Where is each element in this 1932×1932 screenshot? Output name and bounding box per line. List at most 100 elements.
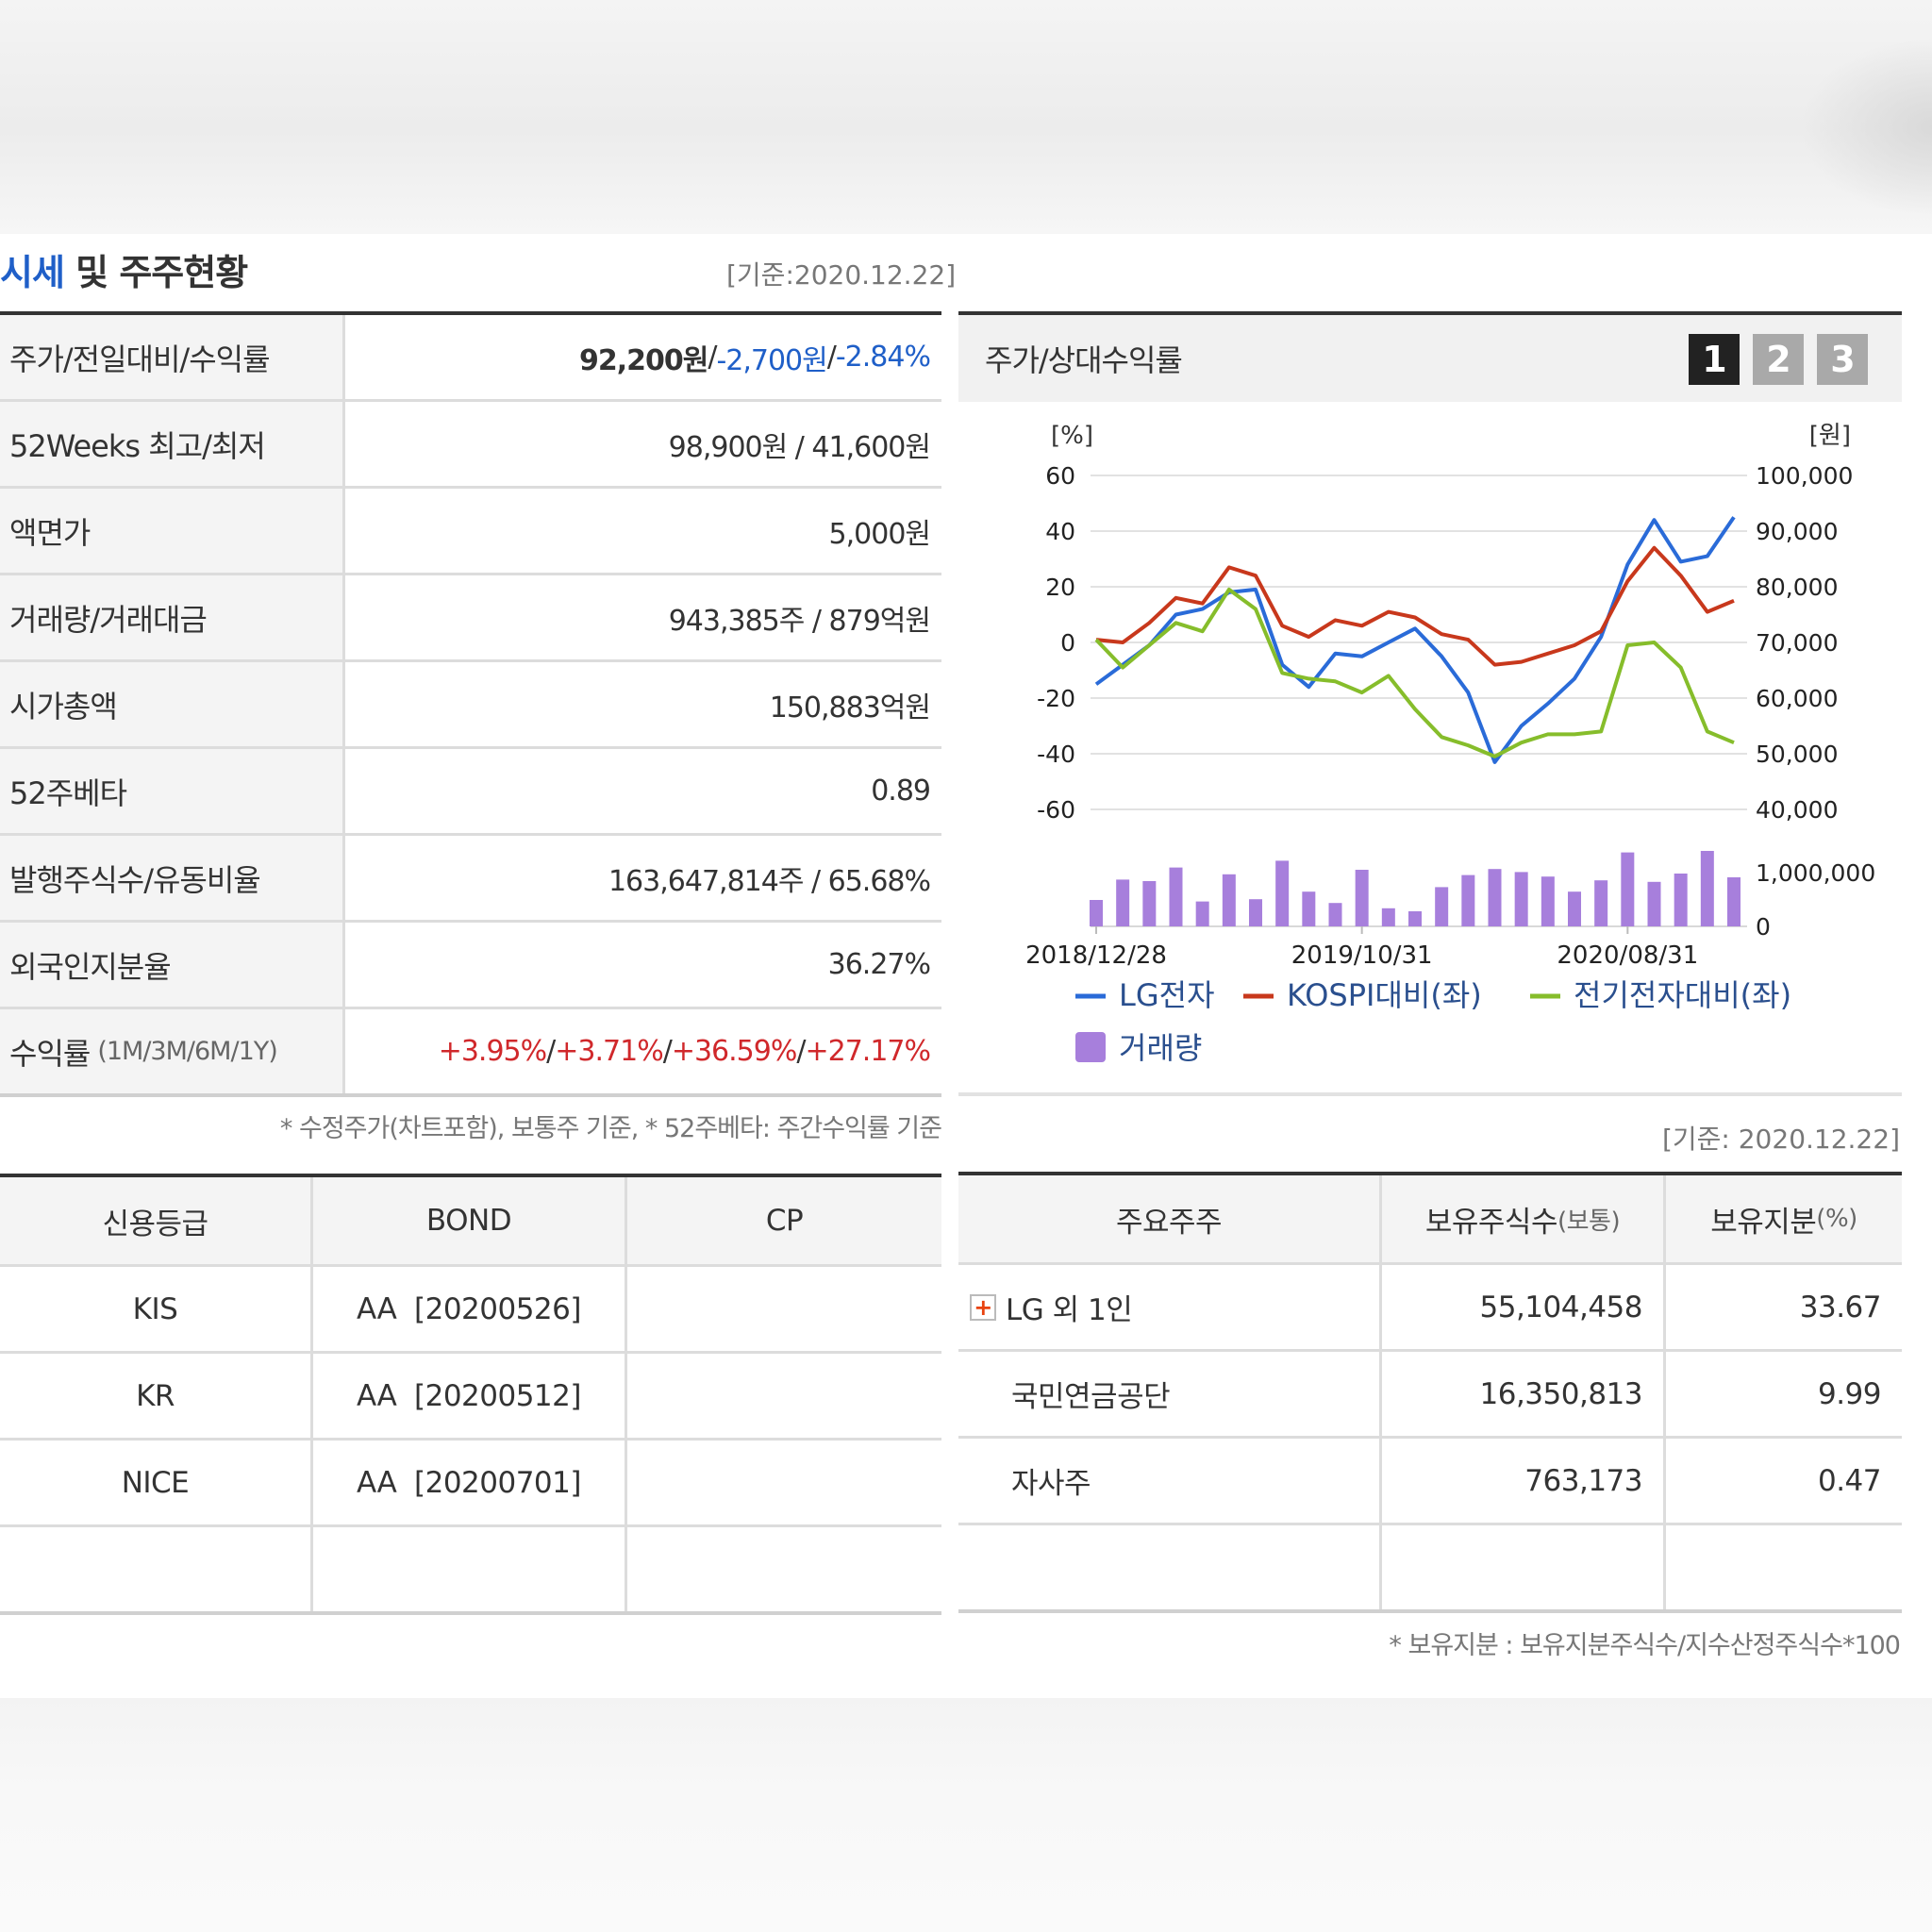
- column-header: 보유주식수 (보통): [1382, 1175, 1666, 1262]
- left-tick-label: -40: [1037, 741, 1075, 768]
- right-tick-label: 80,000: [1756, 574, 1838, 601]
- info-label: 52Weeks 최고/최저: [0, 402, 345, 486]
- volume-bar: [1568, 891, 1581, 926]
- volume-bar: [1674, 874, 1688, 926]
- change-percent: -2.84%: [835, 341, 931, 374]
- return-6m: +36.59%: [671, 1035, 798, 1068]
- left-tick-label: 60: [1045, 462, 1075, 490]
- right-tick-label: 60,000: [1756, 685, 1838, 712]
- series-line: [1094, 516, 1736, 764]
- volume-bar: [1727, 877, 1740, 926]
- table-cell: AA [20200512]: [313, 1354, 627, 1438]
- info-label: 발행주식수/유동비율: [0, 836, 345, 920]
- info-row-shares: 발행주식수/유동비율 163,647,814주 / 65.68%: [0, 836, 941, 923]
- info-row-returns: 수익률 (1M/3M/6M/1Y) +3.95% / +3.71% / +36.59%…: [0, 1009, 941, 1097]
- left-tick-label: 20: [1045, 574, 1075, 601]
- info-value: 92,200원 / -2,700원 / -2.84%: [345, 315, 941, 399]
- volume-bar: [1700, 851, 1714, 926]
- info-row-par: 액면가 5,000원: [0, 489, 941, 575]
- x-tick-label: 2018/12/28: [1025, 941, 1167, 970]
- series-line: [1095, 545, 1735, 667]
- table-row: [958, 1525, 1902, 1613]
- info-label: 수익률 (1M/3M/6M/1Y): [0, 1009, 345, 1093]
- change-value: -2,700원: [716, 343, 827, 377]
- left-tick-label: 0: [1060, 629, 1075, 657]
- volume-bar: [1275, 860, 1290, 926]
- table-cell: [627, 1441, 941, 1524]
- volume-bar: [1435, 887, 1449, 926]
- column-header-sublabel: (보통): [1557, 1207, 1621, 1236]
- left-axis-unit: [%]: [1051, 422, 1093, 450]
- info-label: 외국인지분율: [0, 923, 345, 1007]
- expand-plus-icon[interactable]: +: [970, 1293, 996, 1321]
- column-header-label: 보유주식수: [1424, 1205, 1558, 1240]
- volume-bar: [1142, 881, 1157, 926]
- info-label: 주가/전일대비/수익률: [0, 315, 345, 399]
- return-3m: +3.71%: [555, 1035, 663, 1068]
- info-value: 163,647,814주 / 65.68%: [608, 864, 931, 898]
- table-cell: + LG 외 1인: [958, 1265, 1382, 1349]
- return-sublabel: (1M/3M/6M/1Y): [97, 1037, 277, 1066]
- volume-bar: [1169, 867, 1183, 926]
- chart-tabs: 1 2 3: [1689, 334, 1868, 385]
- volume-bar: [1408, 911, 1422, 926]
- info-value: 5,000원: [828, 517, 931, 551]
- separator: /: [546, 1035, 556, 1068]
- table-cell: AA [20200526]: [313, 1267, 627, 1351]
- separator: /: [708, 341, 717, 374]
- table-row: KIS AA [20200526]: [0, 1267, 941, 1354]
- table-cell: 국민연금공단: [958, 1352, 1382, 1436]
- chart-tab-3[interactable]: 3: [1817, 334, 1868, 385]
- chart-header: 주가/상대수익률 1 2 3: [958, 315, 1902, 402]
- chart-title: 주가/상대수익률: [985, 342, 1183, 378]
- table-cell: 33.67: [1799, 1290, 1882, 1324]
- return-1m: +3.95%: [438, 1035, 547, 1068]
- x-tick-label: 2020/08/31: [1557, 941, 1698, 970]
- return-label: 수익률: [9, 1035, 91, 1072]
- volume-tick-label: 1,000,000: [1756, 859, 1875, 887]
- table-cell: [627, 1354, 941, 1438]
- right-tick-label: 50,000: [1756, 741, 1838, 768]
- chart-tab-1[interactable]: 1: [1689, 334, 1740, 385]
- info-value: 36.27%: [827, 948, 931, 981]
- chart-tab-2[interactable]: 2: [1753, 334, 1804, 385]
- separator: /: [796, 1035, 806, 1068]
- right-axis-unit: [원]: [1809, 422, 1851, 450]
- table-header-row: 신용등급 BOND CP: [0, 1177, 941, 1267]
- volume-bar: [1116, 879, 1130, 926]
- table-cell: [313, 1527, 627, 1611]
- table-cell: KR: [0, 1354, 313, 1438]
- table-header-row: 주요주주 보유주식수 (보통) 보유지분 (%): [958, 1175, 1902, 1265]
- volume-bar: [1647, 881, 1661, 926]
- table-cell: 자사주: [958, 1439, 1382, 1523]
- left-tick-label: -20: [1037, 685, 1075, 712]
- shareholder-name[interactable]: LG 외 1인: [1006, 1286, 1133, 1328]
- right-tick-label: 70,000: [1756, 629, 1838, 657]
- info-value: +3.95% / +3.71% / +36.59% / +27.17%: [345, 1009, 941, 1093]
- table-cell: 0.47: [1817, 1463, 1882, 1498]
- chart-as-of-date: [기준: 2020.12.22]: [1661, 1124, 1900, 1155]
- column-header-label: 보유지분: [1710, 1205, 1817, 1240]
- info-value: 0.89: [871, 774, 931, 808]
- right-tick-label: 40,000: [1756, 796, 1838, 824]
- info-row-52weeks: 52Weeks 최고/최저 98,900원 / 41,600원: [0, 402, 941, 489]
- volume-bar: [1302, 891, 1316, 926]
- legend-label: LG전자: [1119, 977, 1215, 1013]
- table-row: 국민연금공단 16,350,813 9.99: [958, 1352, 1902, 1439]
- volume-bar: [1195, 901, 1209, 926]
- volume-bar: [1090, 900, 1103, 926]
- volume-bar: [1541, 876, 1555, 926]
- info-row-volume: 거래량/거래대금 943,385주 / 879억원: [0, 575, 941, 662]
- table-row: + LG 외 1인 55,104,458 33.67: [958, 1265, 1902, 1352]
- table-cell: [1666, 1525, 1902, 1609]
- volume-bar: [1514, 872, 1528, 926]
- column-header: 보유지분 (%): [1666, 1175, 1902, 1262]
- info-value: 943,385주 / 879억원: [668, 604, 931, 638]
- volume-bar: [1222, 874, 1236, 926]
- legend-swatch: [1075, 1032, 1106, 1062]
- column-header: BOND: [313, 1177, 627, 1264]
- section-title: 시세 및 주주현황: [0, 243, 248, 295]
- legend-label: 거래량: [1119, 1030, 1202, 1062]
- volume-bar: [1249, 899, 1262, 926]
- volume-bar: [1488, 869, 1502, 926]
